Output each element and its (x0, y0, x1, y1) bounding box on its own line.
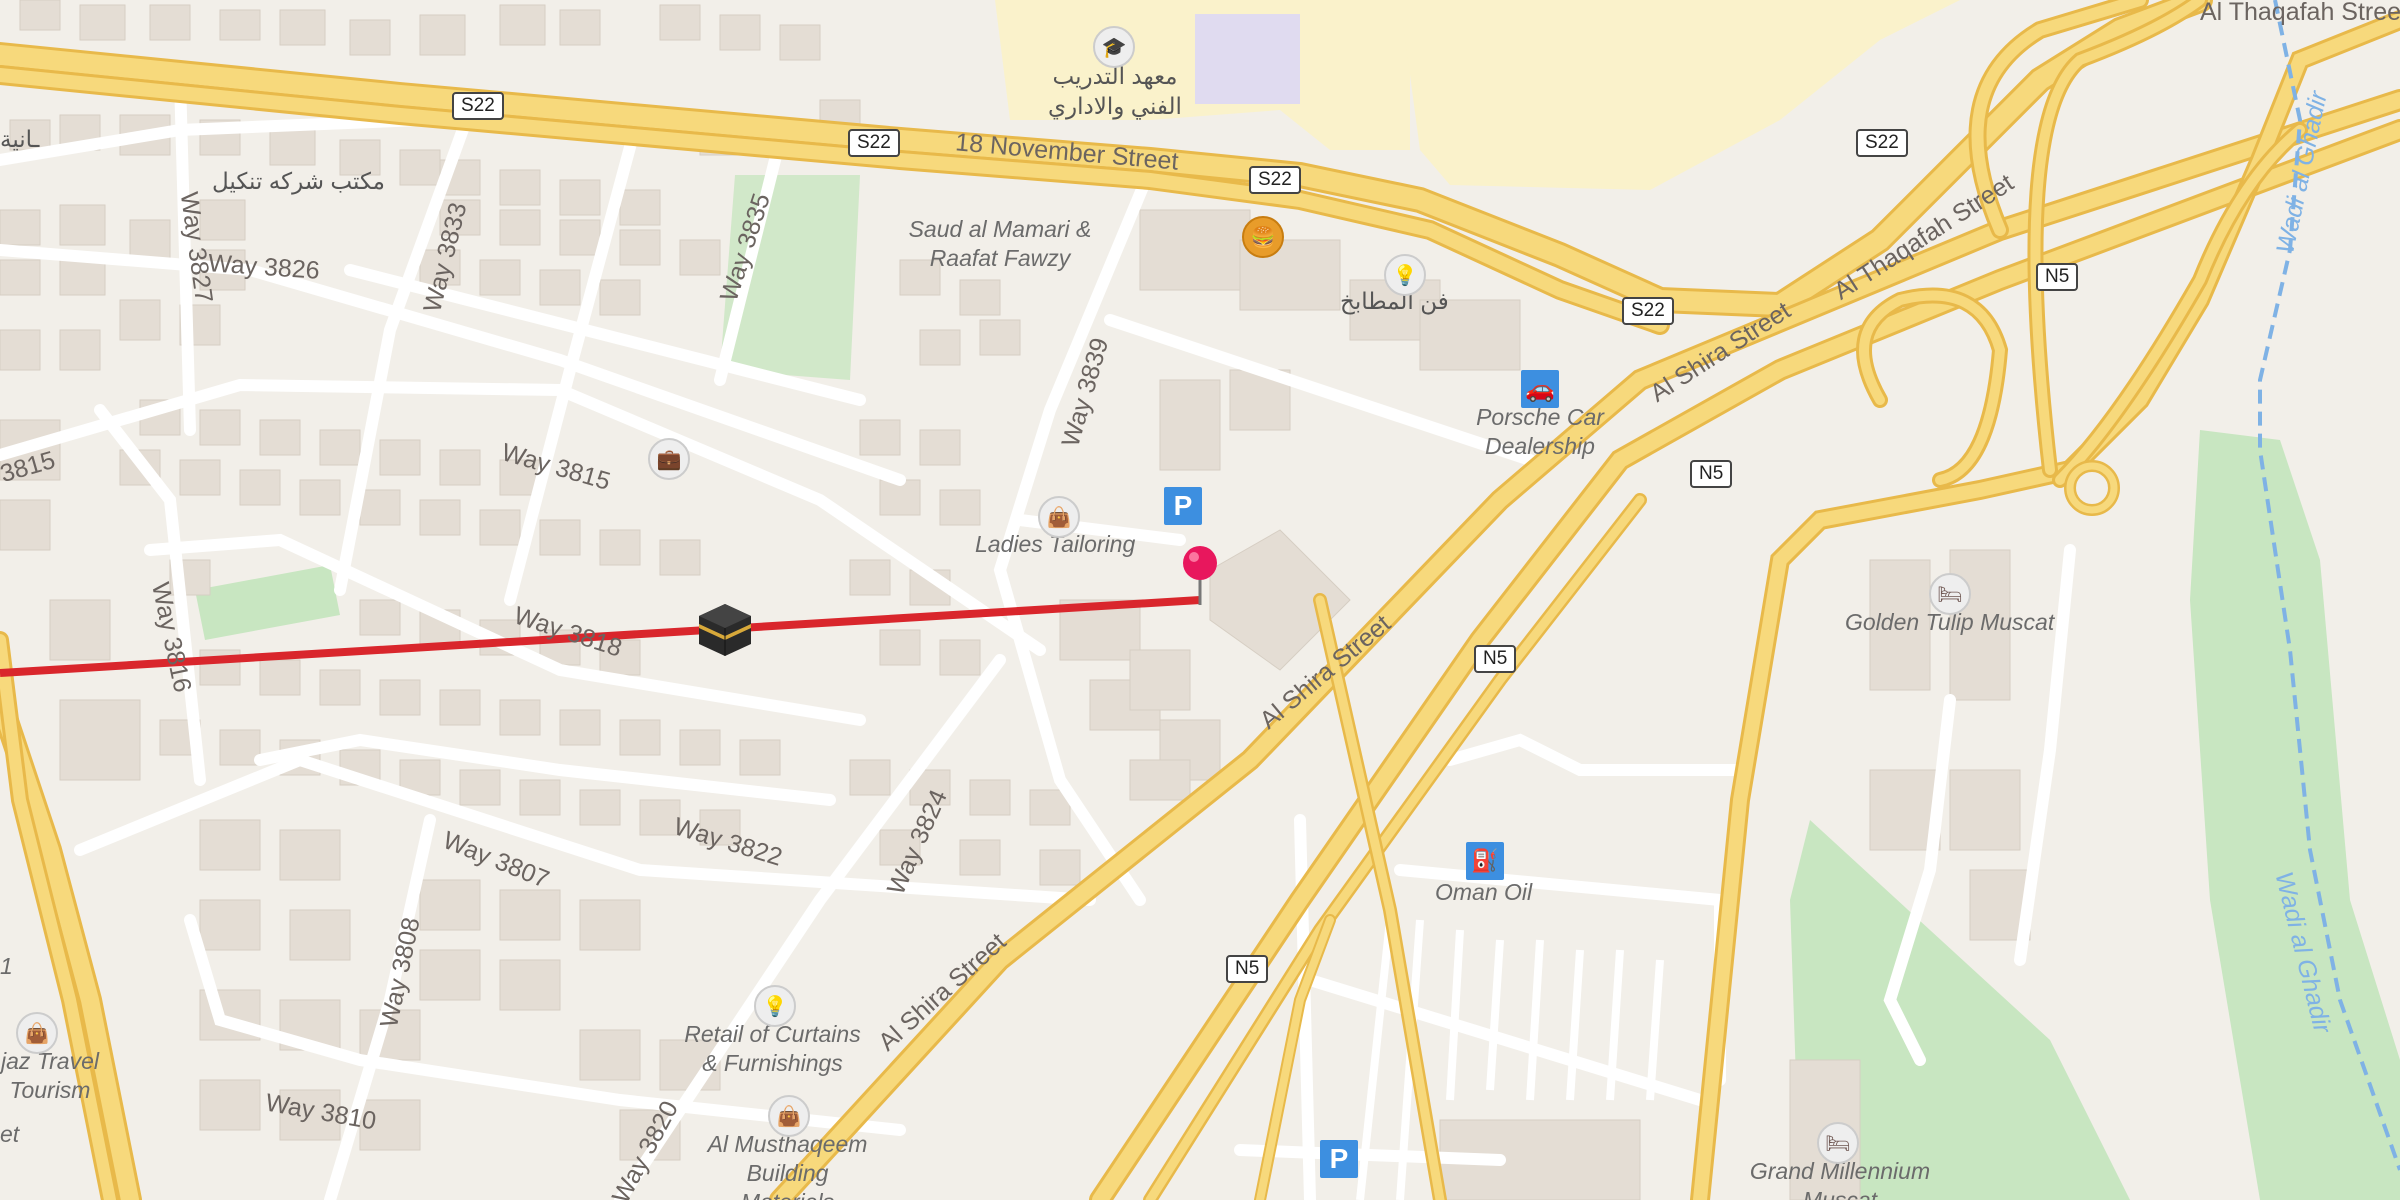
travel-agency-icon[interactable]: 💼 (648, 438, 690, 480)
map-view[interactable]: S22 S22 S22 S22 S22 N5 N5 N5 N5 18 Novem… (0, 0, 2400, 1200)
hotel-bed-icon[interactable]: 🛏 (1817, 1122, 1859, 1164)
poi-label-partial: 1 (0, 953, 13, 979)
poi-label-musthaqeem[interactable]: Al Musthaqeem Building Materials (700, 1130, 875, 1200)
route-shield-n5: N5 (1690, 460, 1733, 488)
kaaba-direction-icon (699, 604, 751, 656)
route-shield-s22: S22 (1249, 166, 1301, 194)
route-shield-s22: S22 (848, 129, 900, 157)
route-shield-n5: N5 (1226, 955, 1269, 983)
street-label-al-thaqafah-top: Al Thaqafah Street (2200, 0, 2400, 26)
shop-bag-icon[interactable]: 👜 (768, 1095, 810, 1137)
route-shield-s22: S22 (452, 92, 504, 120)
shop-bag-icon[interactable]: 👜 (16, 1012, 58, 1054)
route-shield-n5: N5 (1474, 645, 1517, 673)
fast-food-icon[interactable]: 🍔 (1242, 216, 1284, 258)
furniture-lamp-icon[interactable]: 💡 (754, 985, 796, 1027)
poi-label-oman-oil[interactable]: Oman Oil (1435, 878, 1532, 907)
poi-label-curtains[interactable]: Retail of Curtains & Furnishings (680, 1020, 865, 1078)
institute-building (1195, 14, 1300, 104)
park-area-small (195, 565, 340, 640)
poi-label-hijaz-travel[interactable]: jaz Travel Tourism (0, 1047, 100, 1105)
poi-label-porsche[interactable]: Porsche Car Dealership (1470, 403, 1610, 461)
shop-bag-icon[interactable]: 👜 (1038, 496, 1080, 538)
car-dealer-icon[interactable]: 🚗 (1521, 370, 1559, 408)
parking-icon[interactable]: P (1320, 1140, 1358, 1178)
route-shield-s22: S22 (1622, 297, 1674, 325)
furniture-lamp-icon[interactable]: 💡 (1384, 254, 1426, 296)
graduation-cap-icon[interactable]: 🎓 (1093, 26, 1135, 68)
fuel-station-icon[interactable]: ⛽ (1466, 842, 1504, 880)
parking-icon[interactable]: P (1164, 487, 1202, 525)
location-pin-icon[interactable] (1180, 543, 1220, 613)
route-shield-s22: S22 (1856, 129, 1908, 157)
poi-label-saud-al-mamari[interactable]: Saud al Mamari & Raafat Fawzy (905, 215, 1095, 273)
hotel-bed-icon[interactable]: 🛏 (1929, 573, 1971, 615)
poi-label-institute[interactable]: معهد التدريب الفني والاداري (1030, 62, 1200, 122)
poi-label-arabic-partial: ـانية (0, 126, 40, 152)
route-shield-n5: N5 (2036, 263, 2079, 291)
poi-label-office[interactable]: مكتب شركه تنكيل (212, 170, 385, 193)
poi-label-partial: et (0, 1121, 20, 1147)
